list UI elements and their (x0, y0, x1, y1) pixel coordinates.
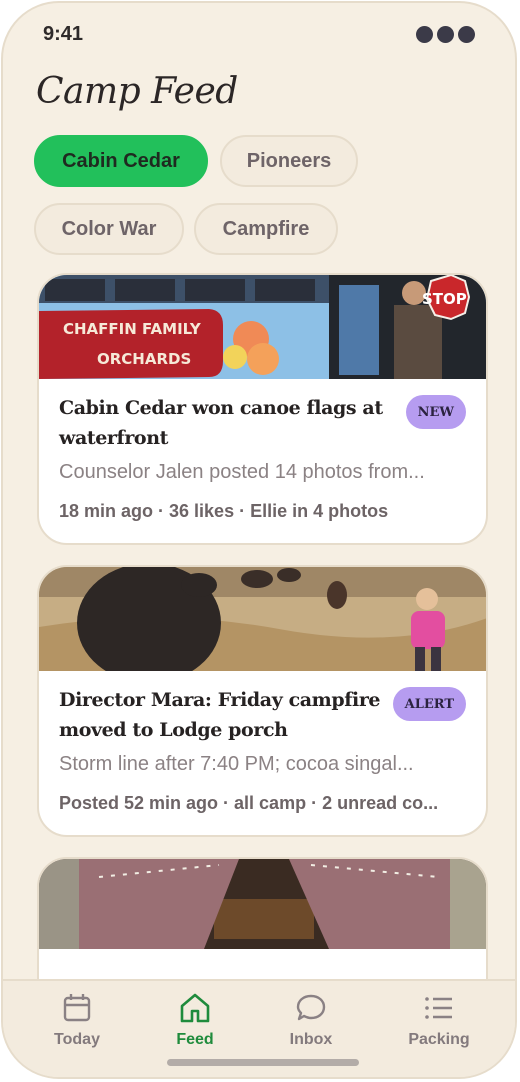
card-photo[interactable] (39, 859, 486, 949)
svg-text:ORCHARDS: ORCHARDS (97, 350, 191, 368)
card-photo[interactable] (39, 567, 486, 671)
bus-sign-photo: CHAFFIN FAMILY ORCHARDS STOP (39, 275, 486, 379)
new-badge: NEW (405, 395, 466, 429)
status-time: 9:41 (43, 23, 84, 45)
feed-card[interactable]: CHAFFIN FAMILY ORCHARDS STOP Cabin Cedar… (37, 273, 488, 545)
status-bar: 9:41 (3, 3, 515, 63)
card-meta: 18 min ago · 36 likes · Ellie in 4 photo… (59, 501, 389, 521)
card-meta: Posted 52 min ago · all camp · 2 unread … (59, 793, 439, 813)
filter-chip-pioneers[interactable]: Pioneers (220, 135, 358, 187)
tab-today[interactable]: Today (27, 991, 127, 1055)
feed-card[interactable]: Director Mara: Friday campfire moved to … (37, 565, 488, 837)
home-indicator[interactable] (167, 1059, 359, 1066)
dot (416, 26, 433, 43)
alert-badge: ALERT (392, 687, 466, 721)
tab-label: Today (54, 1031, 100, 1048)
tab-feed[interactable]: Feed (145, 991, 245, 1055)
field-cattle-photo (39, 567, 486, 671)
svg-text:CHAFFIN FAMILY: CHAFFIN FAMILY (63, 320, 202, 338)
filter-chip-color-war[interactable]: Color War (34, 203, 184, 255)
card-subtitle: Storm line after 7:40 PM; cocoa singal..… (59, 753, 414, 775)
tab-label: Feed (176, 1031, 214, 1048)
svg-text:STOP: STOP (422, 290, 467, 308)
phone-frame: 9:41 Camp Feed Cabin Cedar Pioneers Colo… (1, 1, 517, 1079)
tab-label: Packing (408, 1031, 470, 1048)
dot (458, 26, 475, 43)
page-title: Camp Feed (36, 71, 238, 112)
home-icon (180, 993, 210, 1023)
card-photo[interactable]: CHAFFIN FAMILY ORCHARDS STOP (39, 275, 486, 379)
filter-chip-cabin-cedar[interactable]: Cabin Cedar (34, 135, 208, 187)
tab-packing[interactable]: Packing (389, 991, 489, 1055)
filter-chip-campfire[interactable]: Campfire (194, 203, 338, 255)
tab-inbox[interactable]: Inbox (261, 991, 361, 1055)
dot (437, 26, 454, 43)
chat-bubble-icon (296, 994, 326, 1021)
card-subtitle: Counselor Jalen posted 14 photos from... (59, 461, 425, 483)
list-icon (425, 997, 452, 1019)
card-title[interactable]: Cabin Cedar won canoe flags at waterfron… (59, 393, 389, 453)
card-title[interactable]: Director Mara: Friday campfire moved to … (59, 685, 389, 745)
tent-photo (39, 859, 486, 949)
more-dots-icon[interactable] (416, 26, 475, 43)
calendar-icon (63, 994, 91, 1022)
tab-label: Inbox (289, 1031, 333, 1048)
